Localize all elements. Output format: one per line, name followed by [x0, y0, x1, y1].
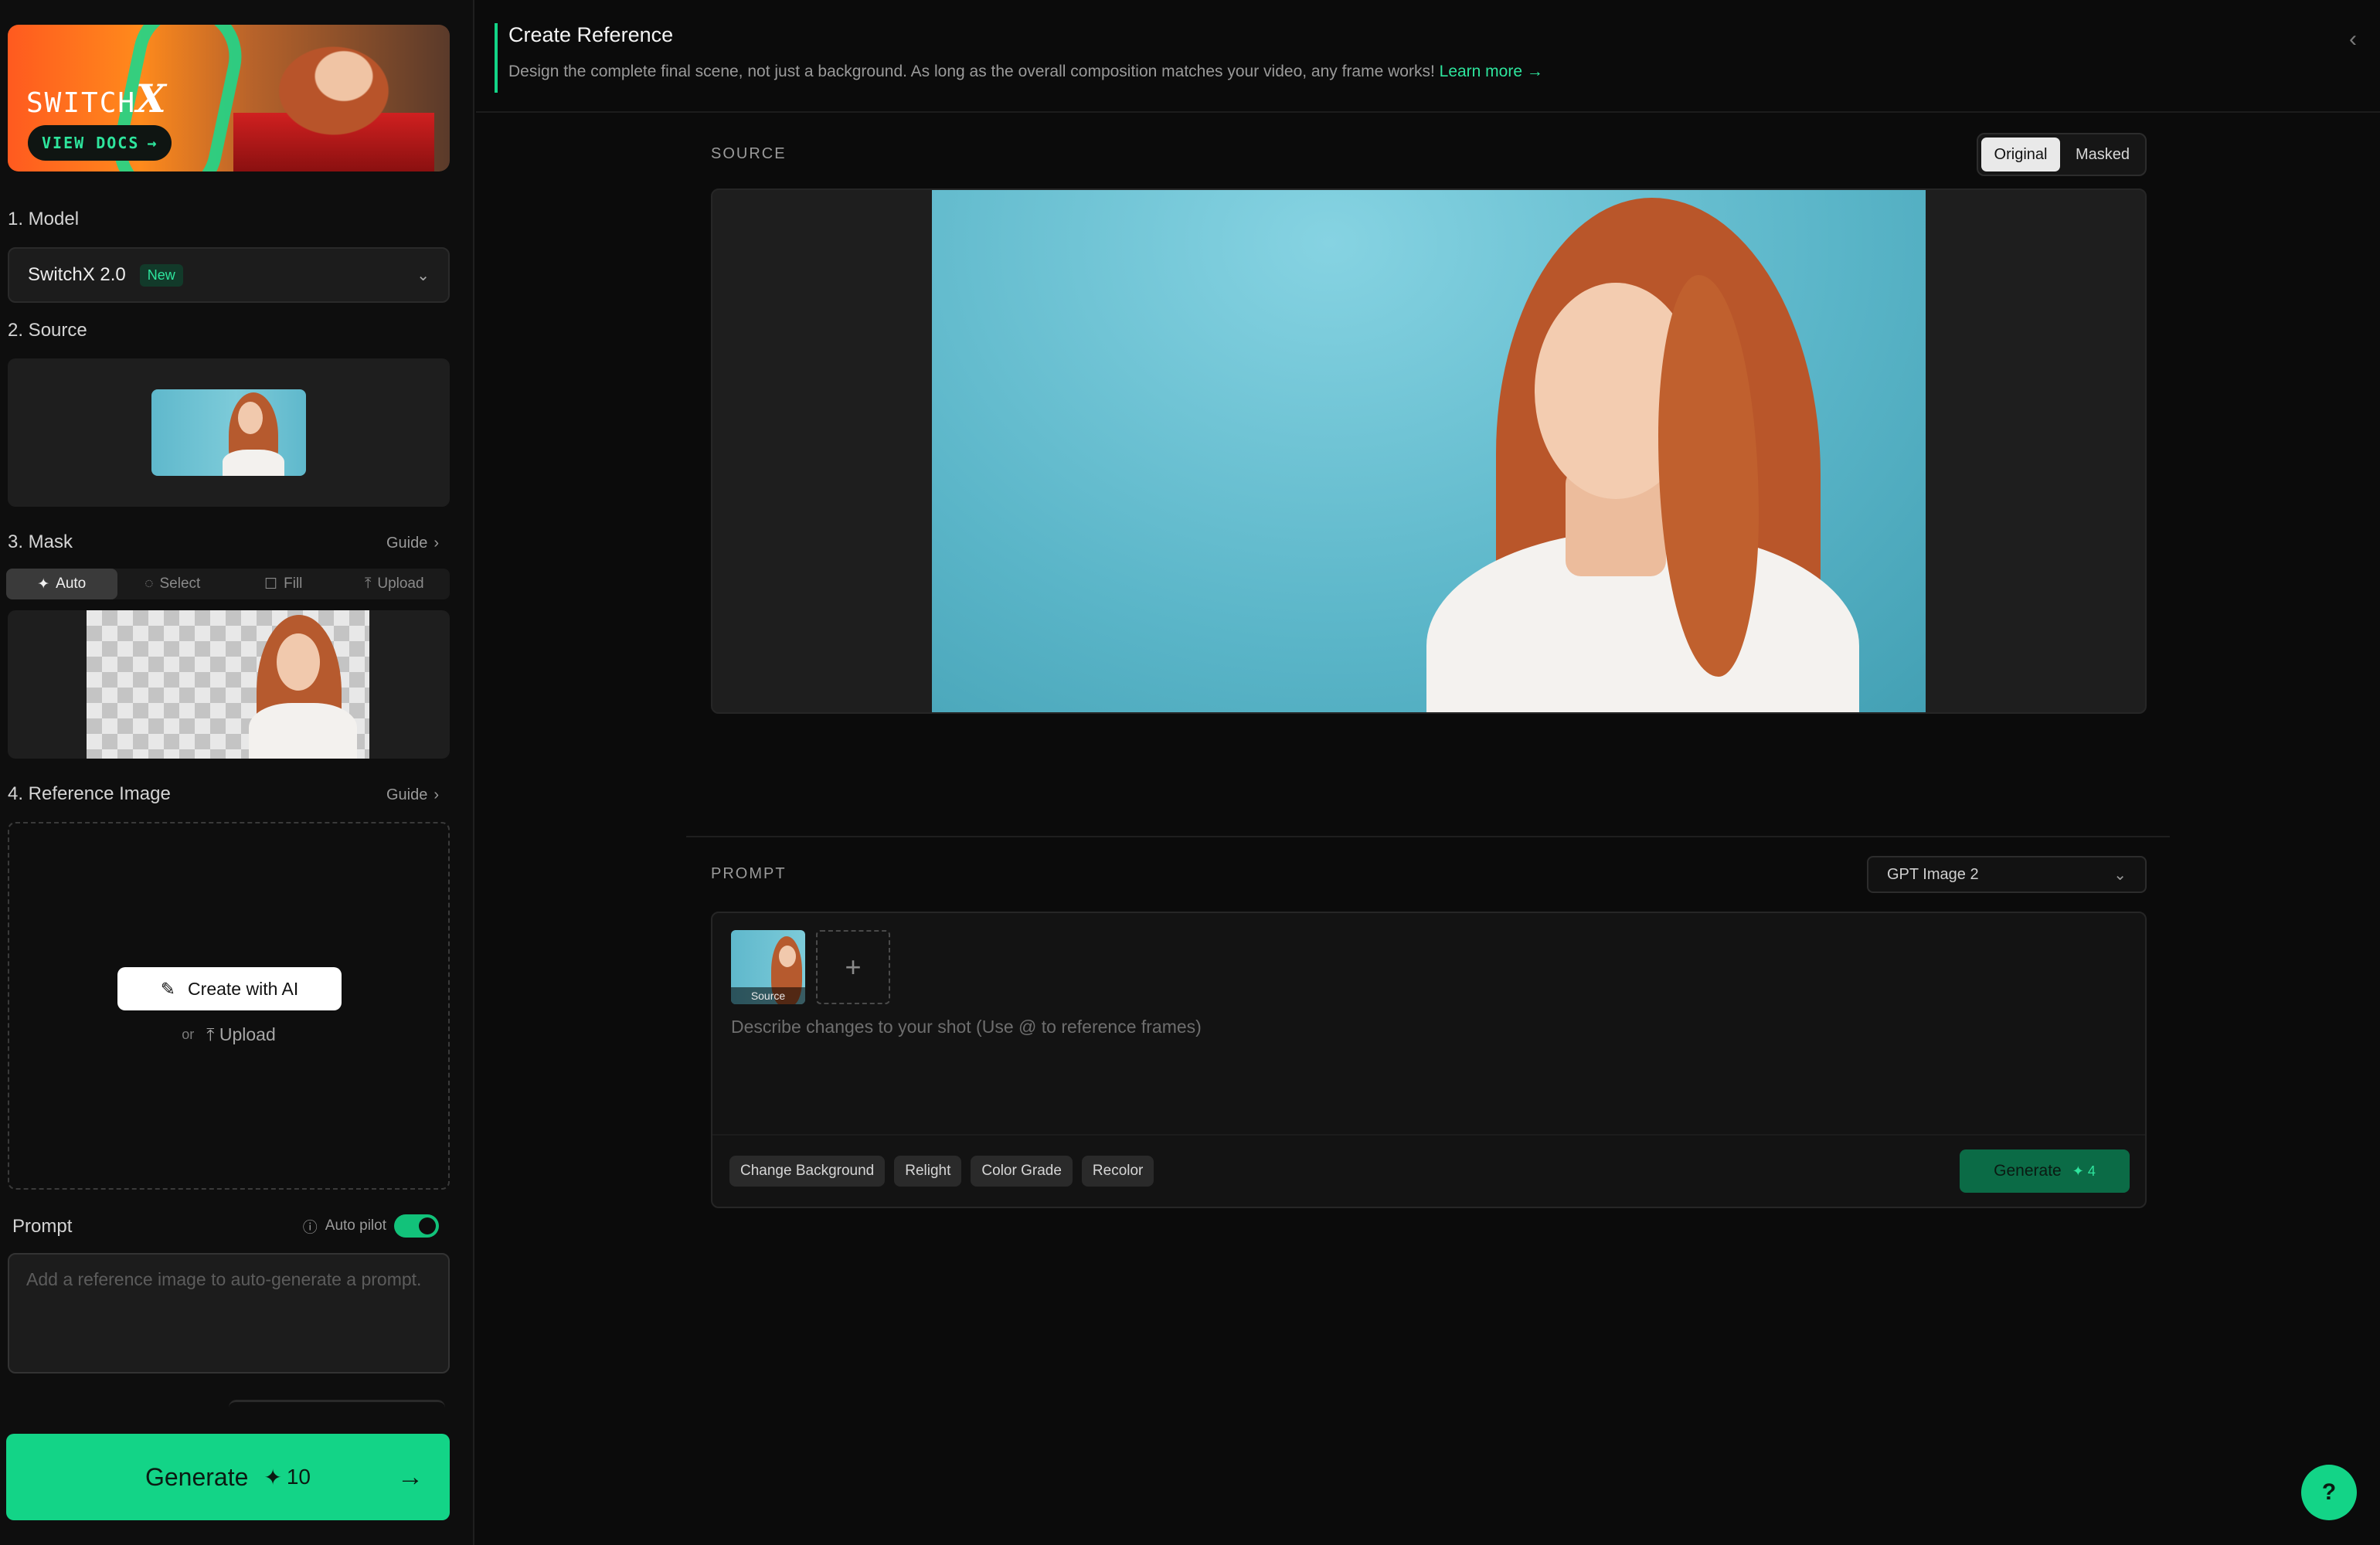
- prompt-label: Prompt: [12, 1216, 73, 1237]
- model-section-label: 1. Model: [8, 209, 80, 229]
- upload-icon: ⤒: [364, 576, 372, 592]
- collapse-panel-icon[interactable]: ‹: [2349, 26, 2357, 53]
- prompt-generate-button[interactable]: Generate ✦ 4: [1960, 1149, 2130, 1193]
- autopilot-label: Auto pilot: [325, 1217, 386, 1234]
- chip-color-grade[interactable]: Color Grade: [971, 1156, 1073, 1187]
- chevron-right-icon: ›: [434, 786, 439, 803]
- credits-indicator: ✦ 4: [2072, 1163, 2096, 1179]
- scroll-indicator: [229, 1400, 445, 1407]
- source-preview[interactable]: [8, 358, 450, 507]
- or-label: or: [182, 1027, 195, 1042]
- info-icon: ⓘ: [302, 1219, 318, 1236]
- mask-tab-fill[interactable]: ☐ Fill: [228, 569, 339, 599]
- credits-indicator: ✦ 10: [264, 1465, 311, 1489]
- page-title: Create Reference: [508, 23, 674, 46]
- magic-wand-icon: ✦: [37, 576, 50, 593]
- prompt-input[interactable]: Describe changes to your shot (Use @ to …: [731, 1017, 1202, 1037]
- model-value: SwitchX 2.0: [28, 264, 126, 285]
- prompt-section-label: PROMPT: [711, 865, 787, 882]
- source-preview-large: [711, 188, 2147, 714]
- create-with-ai-button[interactable]: ✎ Create with AI: [117, 967, 342, 1010]
- mask-image: [87, 610, 369, 759]
- sparkle-icon: ✦: [264, 1465, 282, 1489]
- magic-wand-icon: ✎: [160, 978, 176, 999]
- sidebar-prompt-input[interactable]: Add a reference image to auto-generate a…: [8, 1253, 450, 1374]
- view-toggle: Original Masked: [1977, 133, 2147, 176]
- source-thumbnail: [151, 389, 306, 476]
- upload-option: or ⤒ Upload: [9, 1024, 448, 1045]
- mask-tab-upload[interactable]: ⤒ Upload: [339, 569, 450, 599]
- chip-relight[interactable]: Relight: [894, 1156, 962, 1187]
- arrow-right-icon: →: [147, 134, 158, 152]
- page-subtitle: Design the complete final scene, not jus…: [508, 63, 1543, 80]
- autopilot-control: ⓘ Auto pilot: [303, 1214, 439, 1238]
- chevron-down-icon: ⌄: [416, 267, 430, 284]
- brand-logo: SWITCHX: [26, 76, 168, 121]
- reference-section-label: 4. Reference Image: [8, 783, 171, 804]
- section-divider: [686, 836, 2170, 837]
- page-header: Create Reference Design the complete fin…: [495, 23, 1543, 93]
- source-frame-caption: Source: [731, 987, 805, 1004]
- mask-guide-link[interactable]: Guide ›: [386, 535, 439, 552]
- arrow-right-icon: →: [397, 1462, 423, 1492]
- model-select[interactable]: SwitchX 2.0 New ⌄: [8, 247, 450, 303]
- help-button[interactable]: ?: [2301, 1465, 2357, 1520]
- source-label: SOURCE: [711, 145, 787, 162]
- add-frame-button[interactable]: +: [816, 930, 890, 1004]
- autopilot-toggle[interactable]: [394, 1214, 439, 1238]
- reference-dropzone[interactable]: ✎ Create with AI or ⤒ Upload: [8, 822, 450, 1190]
- view-docs-button[interactable]: VIEW DOCS →: [28, 125, 172, 161]
- prompt-card-divider: [712, 1134, 2145, 1136]
- promo-banner[interactable]: SWITCHX VIEW DOCS →: [8, 25, 450, 171]
- image-model-value: GPT Image 2: [1887, 865, 1979, 883]
- banner-image: [233, 25, 434, 171]
- header-divider: [476, 111, 2380, 113]
- upload-link[interactable]: ⤒ Upload: [206, 1024, 275, 1045]
- main-panel: Create Reference Design the complete fin…: [476, 0, 2380, 1545]
- chevron-right-icon: ›: [434, 535, 439, 552]
- preset-chips: Change Background Relight Color Grade Re…: [729, 1156, 1154, 1187]
- source-section-label: 2. Source: [8, 320, 87, 341]
- chevron-down-icon: ⌄: [2113, 866, 2127, 884]
- image-model-select[interactable]: GPT Image 2 ⌄: [1867, 856, 2147, 893]
- mask-preview[interactable]: [8, 610, 450, 759]
- plus-icon: +: [845, 951, 862, 983]
- source-frame-thumbnail[interactable]: Source: [731, 930, 805, 1004]
- mask-tab-auto[interactable]: ✦ Auto: [6, 569, 117, 599]
- mask-section-label: 3. Mask: [8, 531, 73, 552]
- sidebar: SWITCHX VIEW DOCS → 1. Model SwitchX 2.0…: [0, 0, 474, 1545]
- prompt-card: Source + Describe changes to your shot (…: [711, 912, 2147, 1208]
- upload-icon: ⤒: [206, 1024, 215, 1044]
- chip-recolor[interactable]: Recolor: [1081, 1156, 1154, 1187]
- mask-tab-select[interactable]: ◌ Select: [117, 569, 229, 599]
- source-image: [932, 190, 1926, 712]
- view-original-button[interactable]: Original: [1981, 138, 2060, 171]
- generate-button[interactable]: Generate ✦ 10 →: [6, 1434, 450, 1520]
- mask-mode-tabs: ✦ Auto ◌ Select ☐ Fill ⤒ Upload: [6, 569, 450, 599]
- view-masked-button[interactable]: Masked: [2063, 138, 2142, 171]
- square-icon: ☐: [264, 576, 278, 593]
- chip-change-background[interactable]: Change Background: [729, 1156, 886, 1187]
- lasso-icon: ◌: [144, 576, 154, 592]
- reference-guide-link[interactable]: Guide ›: [386, 786, 439, 804]
- learn-more-link[interactable]: Learn more →: [1440, 63, 1543, 80]
- new-badge: New: [139, 263, 183, 287]
